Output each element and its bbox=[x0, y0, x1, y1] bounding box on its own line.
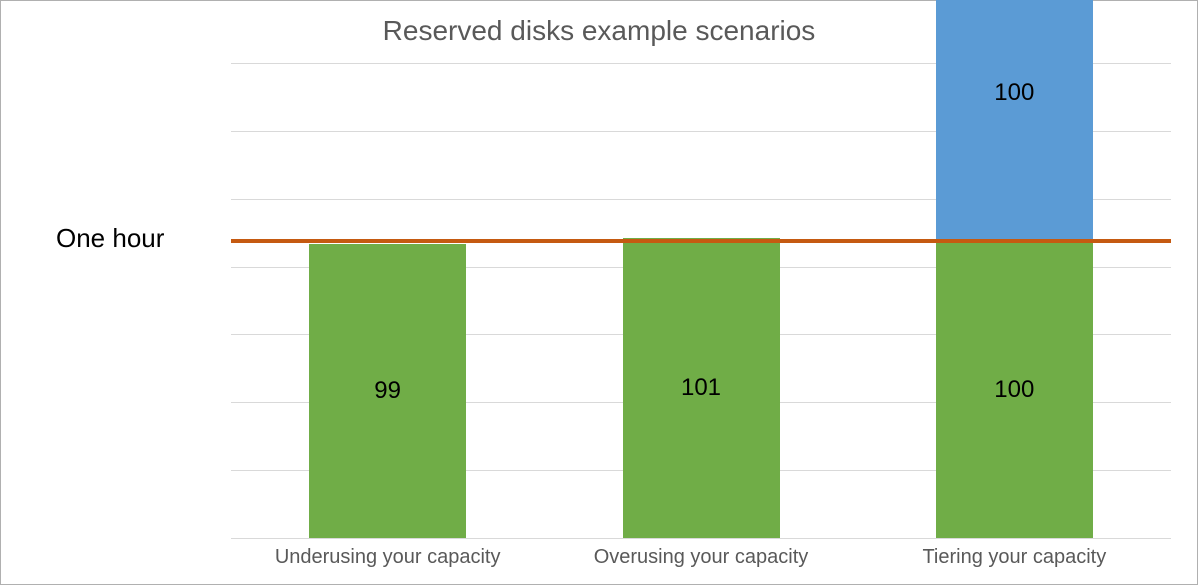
x-axis-labels: Underusing your capacity Overusing your c… bbox=[231, 546, 1171, 586]
bar-segment-green: 100 bbox=[936, 241, 1093, 538]
x-axis-label: Overusing your capacity bbox=[551, 546, 851, 569]
chart-frame: Reserved disks example scenarios 9910110… bbox=[0, 0, 1198, 585]
reference-line-label: One hour bbox=[56, 223, 164, 254]
reference-line bbox=[231, 239, 1171, 243]
x-axis-label: Underusing your capacity bbox=[238, 546, 538, 569]
x-axis-label: Tiering your capacity bbox=[864, 546, 1164, 569]
bar-segment-blue: 100 bbox=[936, 0, 1093, 241]
bar-segment-green: 101 bbox=[623, 238, 780, 538]
gridline bbox=[231, 538, 1171, 539]
plot-area: 99101100100 bbox=[231, 63, 1171, 538]
bar-segment-green: 99 bbox=[309, 244, 466, 538]
